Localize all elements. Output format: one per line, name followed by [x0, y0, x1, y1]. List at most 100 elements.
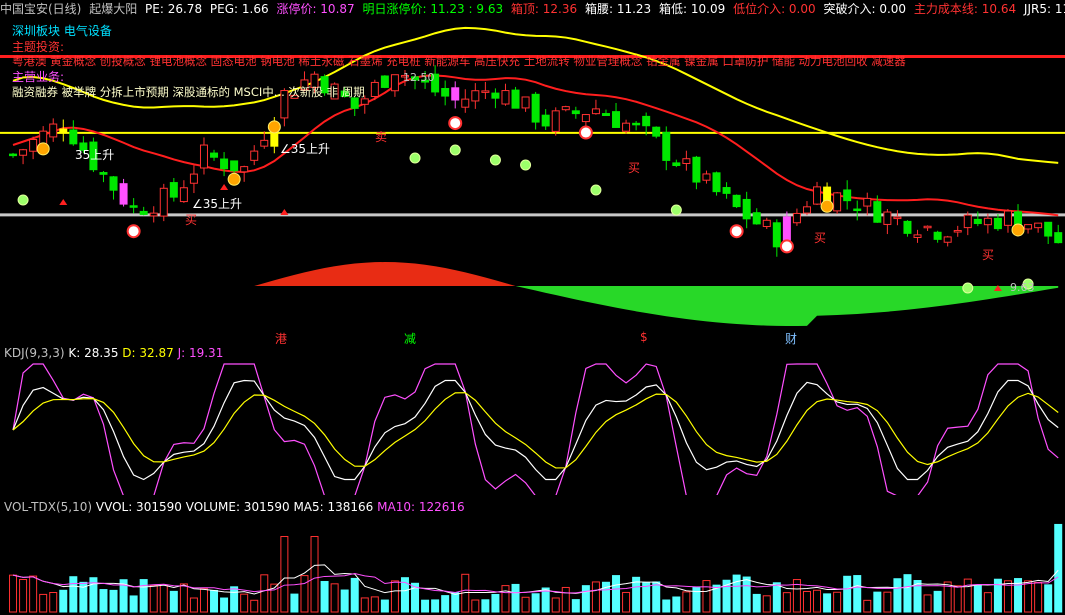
volume-bar [240, 593, 249, 613]
volume-chart[interactable] [0, 514, 1065, 614]
buy-label-1: 买 [185, 213, 198, 227]
event-dollar[interactable]: $ [640, 330, 648, 344]
signal-marker [1011, 223, 1025, 237]
apple-icon [670, 204, 682, 216]
vvol-value: VVOL: 301590 [95, 500, 182, 514]
volume-bar [441, 595, 450, 613]
vol-header: VOL-TDX(5,10) VVOL: 301590 VOLUME: 30159… [4, 500, 465, 515]
event-cai[interactable]: 财 [785, 330, 797, 347]
apple-icon [17, 194, 29, 206]
volume-bar [973, 585, 982, 613]
candle-body [732, 194, 741, 208]
candle-body [119, 183, 128, 205]
volume-bar [561, 586, 570, 613]
candle-body [199, 144, 208, 169]
candle-body [893, 216, 902, 220]
candle-body [843, 189, 852, 202]
volume-bar [1044, 584, 1053, 613]
candle-body [853, 208, 862, 212]
candle-body [1044, 221, 1053, 237]
candle-body [169, 182, 178, 198]
volume-bar [662, 599, 671, 613]
cost-area-red [254, 262, 516, 286]
volume-bar [59, 589, 68, 613]
candle-body [601, 113, 610, 116]
candle-body [250, 150, 259, 161]
candle-body [792, 212, 801, 224]
event-jian[interactable]: 减 [404, 330, 416, 347]
candle-body [159, 187, 168, 217]
themes-list: 粤港澳 黄金概念 创投概念 锂电池概念 固态电池 钠电池 稀土永磁 石墨烯 充电… [12, 54, 906, 68]
sell-label-1: 卖 [375, 130, 388, 144]
candle-body [612, 111, 621, 128]
apple-icon [449, 144, 461, 156]
candle-body [692, 156, 701, 183]
volume-bar [260, 574, 269, 613]
kdj-chart[interactable] [0, 360, 1065, 495]
candle-body [1024, 224, 1033, 230]
kdj-j-value: J: 19.31 [177, 346, 224, 360]
candle-body [441, 88, 450, 97]
volume-bar [491, 593, 500, 613]
volume-bar [642, 582, 651, 613]
volume-bar [230, 586, 239, 613]
volume-bar [591, 581, 600, 613]
vol-name[interactable]: VOL-TDX(5,10) [4, 500, 92, 514]
volume-bar [953, 585, 962, 613]
apple-icon [409, 152, 421, 164]
candle-body [149, 212, 158, 217]
candle-body [873, 201, 882, 223]
volume-bar [983, 592, 992, 613]
volume-bar [863, 599, 872, 613]
candle-body [461, 98, 470, 108]
candle-body [390, 74, 399, 92]
volume-bar [853, 575, 862, 613]
volume-bar [250, 599, 259, 613]
candle-body [491, 92, 500, 99]
volume-bar [99, 589, 108, 613]
candle-body [481, 90, 490, 93]
candle-body [752, 212, 761, 225]
up-arrow-icon [220, 184, 229, 190]
event-gang[interactable]: 港 [275, 330, 287, 347]
candle-body [993, 217, 1002, 230]
price-chart[interactable] [0, 0, 1065, 340]
kdj-name[interactable]: KDJ(9,3,3) [4, 346, 65, 360]
volume-bar [581, 585, 590, 613]
candle-body [69, 129, 78, 145]
candle-body [179, 187, 188, 203]
candle-body [109, 176, 118, 191]
candle-body [1003, 210, 1012, 226]
volume-bar [280, 536, 289, 613]
candle-body [682, 158, 691, 164]
volume-bar [39, 593, 48, 613]
candle-body [923, 225, 932, 229]
candle-body [49, 123, 58, 138]
candle-body [742, 198, 751, 220]
ma5-value: MA5: 138166 [293, 500, 374, 514]
candle-body [59, 128, 68, 133]
candle-body [541, 114, 550, 127]
volume-bar [903, 574, 912, 613]
candle-body [772, 222, 781, 248]
volume-bar [521, 596, 530, 613]
volume-bar [843, 575, 852, 613]
kdj-d-line [12, 392, 1059, 469]
candle-body [903, 220, 912, 234]
volume-bar [199, 588, 208, 613]
candle-body [973, 218, 982, 225]
candle-body [591, 108, 600, 115]
kdj-j-line [12, 363, 1059, 495]
volume-bar [702, 580, 711, 613]
candle-body [983, 217, 992, 226]
candle-body [139, 210, 148, 215]
volume-bar [421, 599, 430, 613]
candle-body [511, 89, 520, 109]
volume-bar [652, 581, 661, 613]
candle-body [642, 115, 651, 127]
candle-body [662, 131, 671, 161]
rise-label-3: ∠35上升 [192, 197, 243, 211]
volume-bar [772, 582, 781, 613]
sector-label: 深圳板块 电气设备 [12, 24, 112, 38]
plus-marker [729, 224, 744, 239]
